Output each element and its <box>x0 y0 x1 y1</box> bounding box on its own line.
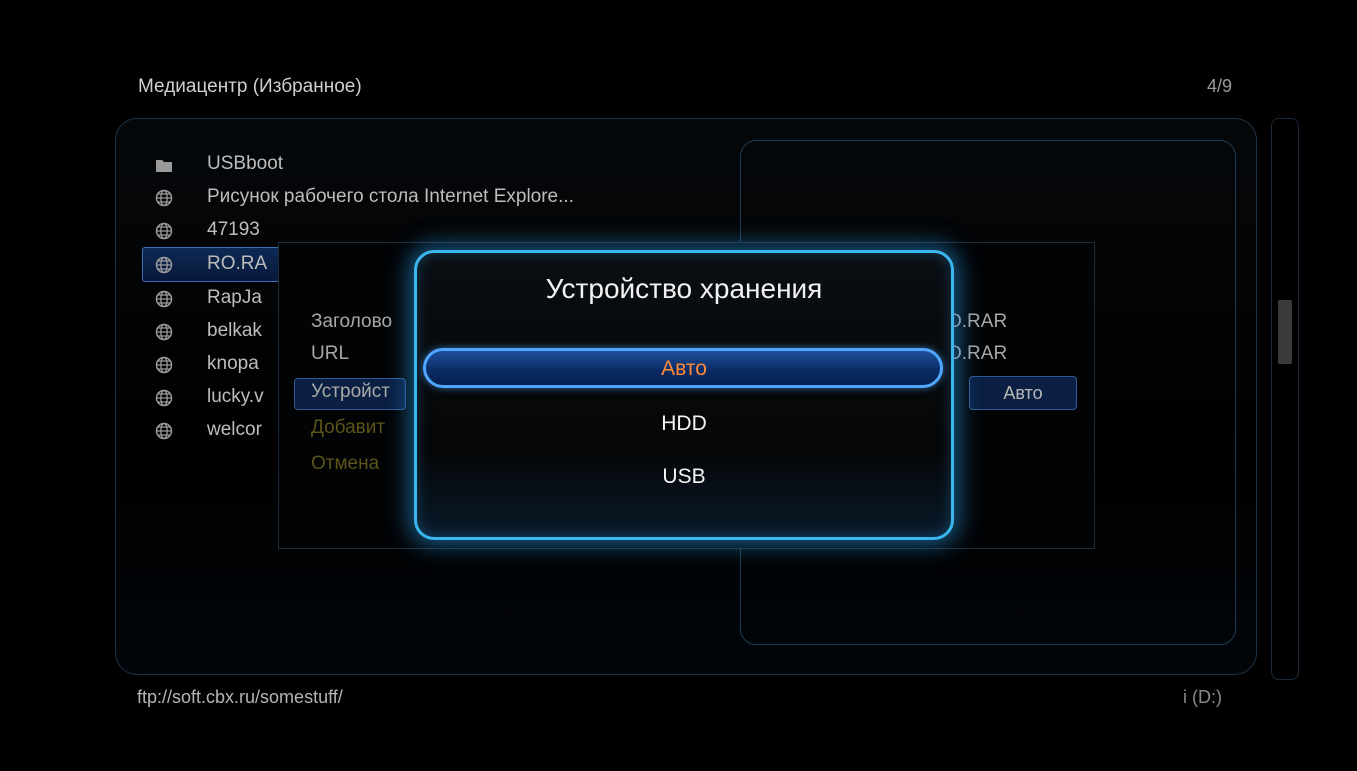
status-drive: i (D:) <box>1183 687 1222 707</box>
list-item-label: welcor <box>207 419 262 440</box>
storage-device-dialog: Устройство хранения Авто HDD USB <box>414 250 954 540</box>
page-title: Медиацентр (Избранное) <box>138 76 362 97</box>
list-item-label: belkak <box>207 320 262 341</box>
property-cancel-button[interactable]: Отмена <box>311 453 379 475</box>
list-item-label: lucky.v <box>207 386 264 407</box>
globe-icon <box>155 189 173 207</box>
list-item-label: knopa <box>207 353 259 374</box>
property-value-title: O.RAR <box>947 311 1008 332</box>
page-counter: 4/9 <box>1207 76 1233 96</box>
list-item[interactable]: USBboot <box>143 148 743 181</box>
globe-icon <box>155 323 173 341</box>
scrollbar-track[interactable] <box>1271 118 1299 680</box>
dialog-title: Устройство хранения <box>545 273 823 304</box>
globe-icon <box>155 256 173 274</box>
globe-icon <box>155 389 173 407</box>
list-item-selected[interactable]: RO.RA <box>142 247 286 282</box>
list-item-label: USBboot <box>207 153 284 174</box>
option-usb[interactable]: USB <box>417 465 951 489</box>
property-add-button[interactable]: Добавит <box>311 417 385 439</box>
scrollbar-thumb[interactable] <box>1278 300 1292 364</box>
globe-icon <box>155 422 173 440</box>
list-item-label: 47193 <box>207 219 260 240</box>
list-item[interactable]: Рисунок рабочего стола Internet Explore.… <box>143 181 743 214</box>
property-value-url: O.RAR <box>947 343 1008 364</box>
list-item-label: Рисунок рабочего стола Internet Explore.… <box>207 186 574 207</box>
property-label-title[interactable]: Заголово <box>311 311 392 333</box>
property-label-url[interactable]: URL <box>311 343 349 365</box>
list-item-label: RO.RA <box>207 253 268 274</box>
globe-icon <box>155 222 173 240</box>
globe-icon <box>155 290 173 308</box>
option-auto[interactable]: Авто <box>417 357 951 381</box>
property-label-device[interactable]: Устройст <box>311 381 390 403</box>
status-path: ftp://soft.cbx.ru/somestuff/ <box>137 687 343 707</box>
folder-icon <box>156 160 172 172</box>
globe-icon <box>155 356 173 374</box>
property-value-device[interactable]: Авто <box>969 376 1077 410</box>
list-item-label: RapJa <box>207 287 262 308</box>
option-hdd[interactable]: HDD <box>417 412 951 436</box>
